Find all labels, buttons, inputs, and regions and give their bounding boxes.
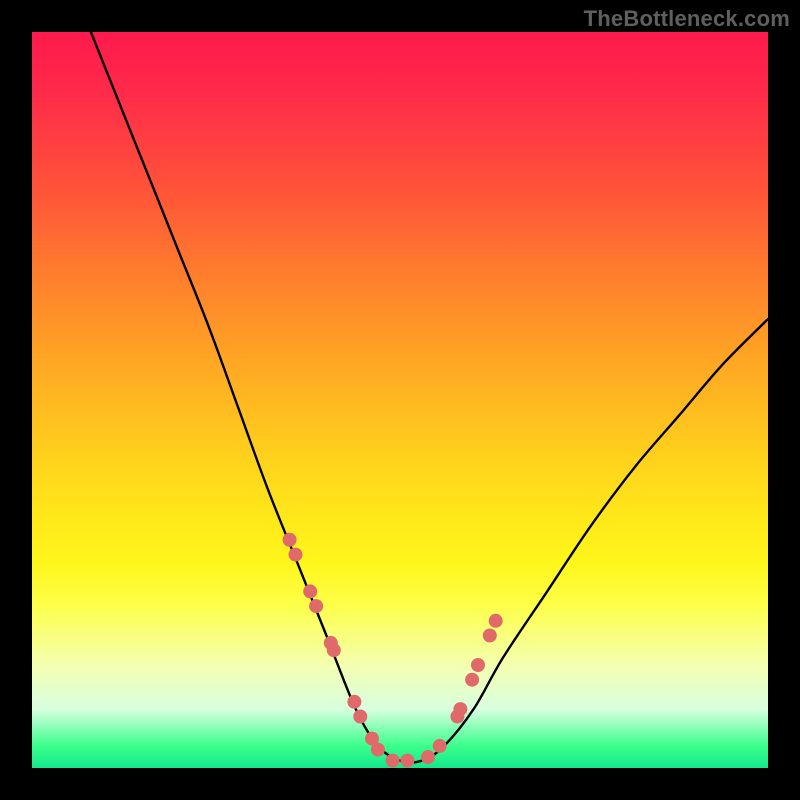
marker-point [347,695,361,709]
marker-point [309,599,323,613]
marker-point [433,739,447,753]
marker-point [289,548,303,562]
marker-point [465,673,479,687]
chart-frame: TheBottleneck.com [0,0,800,800]
marker-point [453,702,467,716]
marker-point [303,584,317,598]
marker-point [421,750,435,764]
marker-point [386,754,400,768]
marker-point [489,614,503,628]
watermark-text: TheBottleneck.com [584,6,790,32]
marker-point [327,643,341,657]
marker-point [371,743,385,757]
marker-point [400,754,414,768]
marker-point [471,658,485,672]
chart-svg [32,32,768,768]
marker-point [483,629,497,643]
marker-point [283,533,297,547]
marker-point [353,710,367,724]
marker-group [283,533,503,768]
plot-area [32,32,768,768]
curve-line [91,32,768,762]
